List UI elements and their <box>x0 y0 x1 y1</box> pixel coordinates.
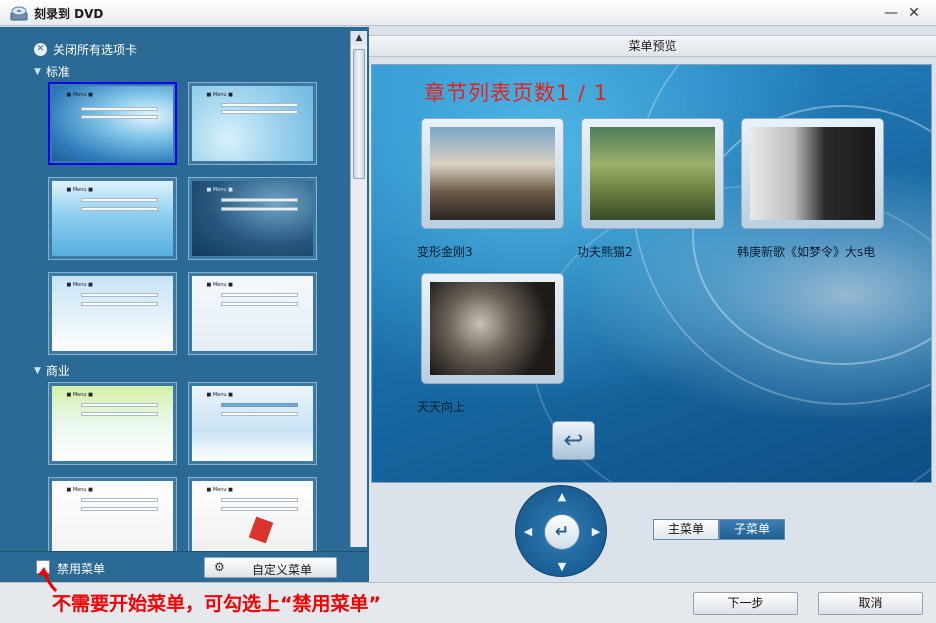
close-all-tabs-label: 关闭所有选项卡 <box>53 43 138 57</box>
video-thumb[interactable] <box>741 118 884 229</box>
nav-pad[interactable]: ▲ ▼ ◀ ▶ ↵ <box>515 485 607 577</box>
collapse-triangle-icon: ▼ <box>34 365 41 376</box>
bottom-bar: 不需要开始菜单，可勾选上“禁用菜单” 下一步 取消 <box>0 567 936 623</box>
template-thumb[interactable]: ■ Menu ■ <box>48 477 177 551</box>
section-standard[interactable]: ▼ 标准 <box>34 63 70 80</box>
dvd-drive-icon <box>10 6 28 21</box>
template-list: ✕ 关闭所有选项卡 ▼ 标准 ■ Menu ■ ■ Menu ■ ■ Menu … <box>0 27 348 551</box>
template-thumb[interactable]: ■ Menu ■ <box>188 177 317 260</box>
section-business[interactable]: ▼ 商业 <box>34 362 70 379</box>
disable-menu-label: 禁用菜单 <box>57 562 106 576</box>
video-label: 变形金刚3 <box>417 245 473 259</box>
video-label: 天天向上 <box>417 400 466 414</box>
scroll-thumb[interactable] <box>353 49 365 179</box>
collapse-triangle-icon: ▼ <box>34 66 41 77</box>
template-scrollbar[interactable]: ▲ <box>350 31 367 547</box>
minimize-button[interactable]: — <box>882 4 900 22</box>
nav-up-icon[interactable]: ▲ <box>554 490 570 503</box>
video-thumb[interactable] <box>581 118 724 229</box>
template-thumb[interactable]: ■ Menu ■ <box>48 177 177 260</box>
tab-sub-menu[interactable]: 子菜单 <box>719 519 785 540</box>
video-label: 韩庚新歌《如梦令》大s电 <box>737 245 876 259</box>
title-bar: 刻录到 DVD — ✕ <box>0 0 936 26</box>
preview-header: 菜单预览 <box>369 35 936 57</box>
preview-panel: 菜单预览 章节列表页数1 / 1 变形金刚3 功夫熊猫2 韩庚新歌《如梦令》大s… <box>369 27 936 582</box>
close-all-tabs-link[interactable]: ✕ 关闭所有选项卡 <box>34 41 137 58</box>
section-business-label: 商业 <box>45 364 70 378</box>
menu-preview: 章节列表页数1 / 1 变形金刚3 功夫熊猫2 韩庚新歌《如梦令》大s电 天天向… <box>371 64 932 483</box>
close-tabs-icon: ✕ <box>34 43 47 56</box>
window-title: 刻录到 DVD <box>34 7 104 21</box>
custom-menu-label: 自定义菜单 <box>252 563 313 577</box>
return-arrow-icon[interactable]: ↩ <box>552 421 595 460</box>
video-thumb[interactable] <box>421 273 564 384</box>
chapter-title: 章节列表页数1 / 1 <box>424 81 609 105</box>
figure-graphic <box>249 516 274 544</box>
video-thumb[interactable] <box>421 118 564 229</box>
next-button[interactable]: 下一步 <box>693 592 798 615</box>
video-label: 功夫熊猫2 <box>577 245 633 259</box>
nav-right-icon[interactable]: ▶ <box>588 525 604 538</box>
template-thumb[interactable]: ■ Menu ■ <box>188 477 317 551</box>
gear-icon: ⚙ <box>214 560 225 574</box>
tab-main-menu[interactable]: 主菜单 <box>653 519 719 540</box>
nav-left-icon[interactable]: ◀ <box>520 525 536 538</box>
nav-ok-button[interactable]: ↵ <box>544 514 580 550</box>
template-thumb[interactable]: ■ Menu ■ <box>188 382 317 465</box>
section-standard-label: 标准 <box>45 65 70 79</box>
custom-menu-button[interactable]: ⚙ 自定义菜单 <box>204 557 337 578</box>
template-thumb[interactable]: ■ Menu ■ <box>188 272 317 355</box>
template-panel: ✕ 关闭所有选项卡 ▼ 标准 ■ Menu ■ ■ Menu ■ ■ Menu … <box>0 27 369 551</box>
scroll-up-icon[interactable]: ▲ <box>351 31 367 45</box>
template-thumb[interactable]: ■ Menu ■ <box>48 382 177 465</box>
template-thumb[interactable]: ■ Menu ■ <box>48 82 177 165</box>
annotation-text: 不需要开始菜单，可勾选上“禁用菜单” <box>52 593 381 615</box>
nav-down-icon[interactable]: ▼ <box>554 560 570 573</box>
template-thumb[interactable]: ■ Menu ■ <box>188 82 317 165</box>
cancel-button[interactable]: 取消 <box>818 592 923 615</box>
close-button[interactable]: ✕ <box>905 4 923 22</box>
template-thumb[interactable]: ■ Menu ■ <box>48 272 177 355</box>
